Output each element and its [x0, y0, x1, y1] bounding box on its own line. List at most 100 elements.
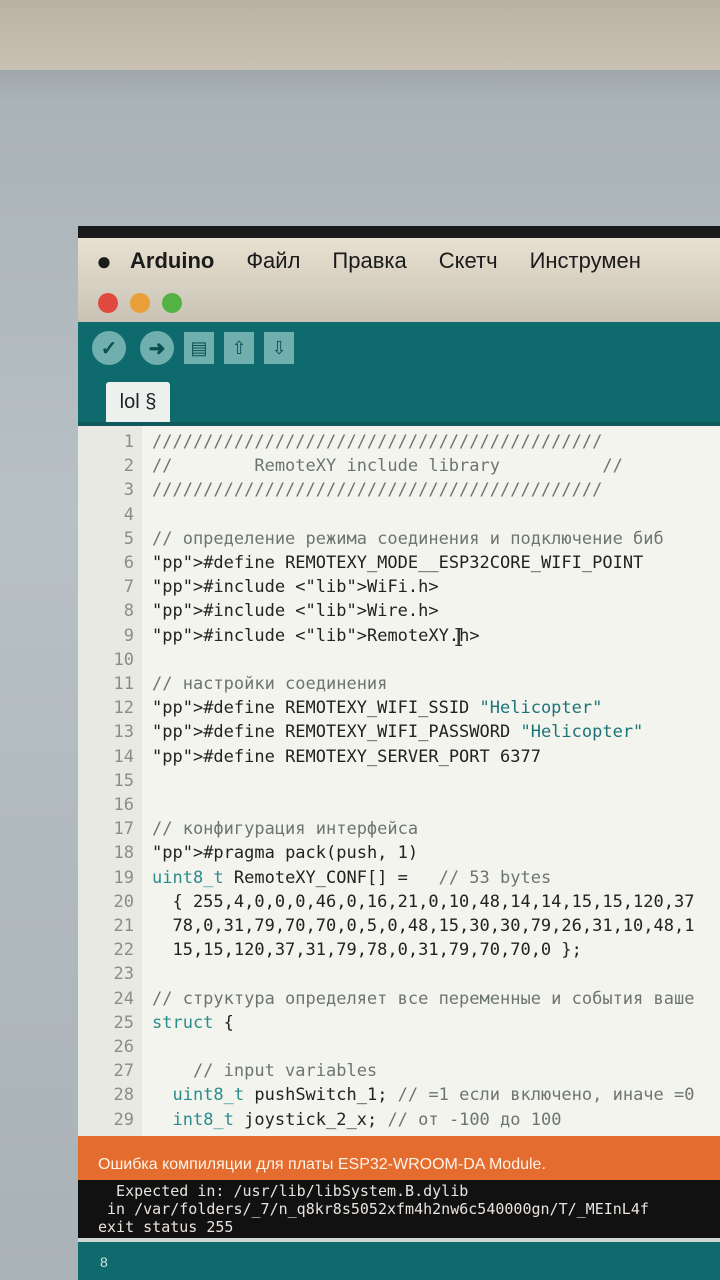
code-line: 29 int8_t joystick_2_x; // от -100 до 10…: [78, 1110, 720, 1135]
save-sketch-button[interactable]: ⇩: [264, 332, 294, 364]
line-number: 11: [113, 674, 134, 694]
code-text: "pp">#define REMOTEXY_WIFI_PASSWORD "Hel…: [152, 722, 644, 743]
line-number: 5: [123, 528, 134, 549]
screen: ● Arduino Файл Правка Скетч Инструмен ✓ …: [78, 226, 720, 1280]
line-number: 18: [113, 843, 134, 864]
new-sketch-button[interactable]: ▤: [184, 332, 214, 364]
line-number: 16: [113, 795, 134, 815]
text-cursor-icon: I: [454, 624, 464, 652]
check-icon: ✓: [100, 337, 118, 360]
code-line: 2 // RemoteXY include library //: [78, 456, 720, 481]
code-line: 14 "pp">#define REMOTEXY_SERVER_PORT 6377: [78, 747, 720, 772]
verify-button[interactable]: ✓: [92, 331, 126, 365]
code-line: 18 "pp">#pragma pack(push, 1): [78, 843, 720, 868]
code-line: 10: [78, 650, 720, 675]
menu-edit[interactable]: Правка: [332, 248, 406, 274]
line-number: 27: [113, 1061, 134, 1082]
line-number: 12: [113, 698, 134, 719]
code-line: 1 ///////////////////////////////////////…: [78, 432, 720, 457]
code-line: 21 78,0,31,79,70,70,0,5,0,48,15,30,30,79…: [78, 916, 720, 941]
code-text: // структура определяет все переменные и…: [152, 988, 695, 1009]
code-line: 24 // структура определяет все переменные…: [78, 989, 720, 1014]
code-text: { 255,4,0,0,0,46,0,16,21,0,10,48,14,14,1…: [152, 891, 695, 912]
line-number: 3: [123, 480, 134, 501]
code-line: 23: [78, 964, 720, 989]
code-line: 11 // настройки соединения: [78, 674, 720, 699]
open-sketch-button[interactable]: ⇧: [224, 332, 254, 364]
code-line: 26: [78, 1037, 720, 1062]
code-text: "pp">#pragma pack(push, 1): [152, 843, 419, 864]
arrow-up-icon: ⇧: [231, 337, 247, 358]
code-text: // RemoteXY include library //: [152, 456, 623, 477]
upload-button[interactable]: ➜: [140, 331, 174, 365]
apple-logo-icon[interactable]: ●: [78, 246, 130, 277]
menu-sketch[interactable]: Скетч: [439, 248, 498, 274]
window-title-bar: [78, 284, 720, 323]
line-number: 19: [113, 867, 134, 888]
code-text: 78,0,31,79,70,70,0,5,0,48,15,30,30,79,26…: [152, 916, 695, 936]
code-text: uint8_t pushSwitch_1; // =1 если включен…: [172, 1085, 695, 1106]
code-text: ////////////////////////////////////////…: [152, 480, 603, 501]
line-number: 4: [123, 504, 134, 525]
code-line: 3 ///////////////////////////////////////…: [78, 480, 720, 505]
line-number: 26: [113, 1037, 134, 1057]
code-line: 15: [78, 771, 720, 796]
code-text: // настройки соединения: [152, 674, 388, 694]
line-number: 25: [113, 1012, 134, 1033]
code-text: "pp">#define REMOTEXY_MODE__ESP32CORE_WI…: [152, 553, 644, 573]
menu-arduino[interactable]: Arduino: [130, 248, 214, 274]
toolbar: ✓ ➜ ▤ ⇧ ⇩: [78, 322, 720, 374]
maximize-window-button[interactable]: [162, 293, 182, 313]
console-line: in /var/folders/_7/n_q8kr8s5052xfm4h2nw6…: [98, 1200, 649, 1218]
code-line: 4: [78, 505, 720, 530]
code-line: 25 struct {: [78, 1013, 720, 1038]
code-line: 28 uint8_t pushSwitch_1; // =1 если вклю…: [78, 1085, 720, 1110]
line-number: 1: [123, 432, 134, 452]
line-number: 22: [113, 940, 134, 961]
code-text: ////////////////////////////////////////…: [152, 432, 603, 452]
error-message: Ошибка компиляции для платы ESP32-WROOM-…: [98, 1156, 546, 1173]
code-text: int8_t joystick_2_x; // от -100 до 100: [172, 1109, 562, 1130]
code-line: 17 // конфигурация интерфейса: [78, 819, 720, 844]
line-number: 13: [113, 722, 134, 743]
line-number: 28: [113, 1085, 134, 1106]
code-line: 13 "pp">#define REMOTEXY_WIFI_PASSWORD "H…: [78, 722, 720, 747]
code-text: // input variables: [152, 1061, 378, 1082]
code-text: "pp">#define REMOTEXY_SERVER_PORT 6377: [152, 746, 541, 767]
console-line: Expected in: /usr/lib/libSystem.B.dylib: [98, 1182, 469, 1200]
background-wall: [0, 0, 720, 70]
line-number: 8: [123, 601, 134, 622]
status-line-number: 8: [100, 1254, 108, 1270]
code-line: 7 "pp">#include <"lib">WiFi.h>: [78, 577, 720, 602]
code-line: 12 "pp">#define REMOTEXY_WIFI_SSID "Helic…: [78, 698, 720, 723]
line-number: 10: [113, 649, 134, 670]
code-line: 16: [78, 795, 720, 820]
menu-bar: ● Arduino Файл Правка Скетч Инструмен: [78, 238, 720, 284]
code-line: 20 { 255,4,0,0,0,46,0,16,21,0,10,48,14,1…: [78, 892, 720, 917]
menu-tools[interactable]: Инструмен: [530, 248, 641, 274]
code-line: 22 15,15,120,37,31,79,78,0,31,79,70,70,0…: [78, 940, 720, 965]
line-number: 14: [113, 746, 134, 767]
code-line: 9 "pp">#include <"lib">RemoteXY.h>: [78, 626, 720, 651]
menu-file[interactable]: Файл: [246, 248, 300, 274]
tab-strip: lol §: [78, 374, 720, 428]
line-number: 20: [113, 891, 134, 912]
arrow-right-icon: ➜: [148, 337, 166, 360]
line-number: 7: [123, 577, 134, 598]
new-file-icon: ▤: [190, 337, 208, 358]
code-text: "pp">#include <"lib">Wire.h>: [152, 601, 439, 622]
code-text: 15,15,120,37,31,79,78,0,31,79,70,70,0 };: [152, 940, 582, 961]
tab-sketch[interactable]: lol §: [106, 382, 170, 422]
code-editor[interactable]: 1 ///////////////////////////////////////…: [78, 426, 720, 1136]
line-number: 15: [113, 770, 134, 791]
arrow-down-icon: ⇩: [271, 337, 287, 358]
status-bar: 8: [78, 1238, 720, 1280]
code-text: struct {: [152, 1012, 234, 1033]
close-window-button[interactable]: [98, 293, 118, 313]
code-line: 6 "pp">#define REMOTEXY_MODE__ESP32CORE_W…: [78, 553, 720, 578]
line-number: 23: [113, 964, 134, 985]
line-number: 2: [123, 456, 134, 477]
line-number: 17: [113, 819, 134, 840]
minimize-window-button[interactable]: [130, 293, 150, 313]
line-number: 6: [123, 553, 134, 573]
